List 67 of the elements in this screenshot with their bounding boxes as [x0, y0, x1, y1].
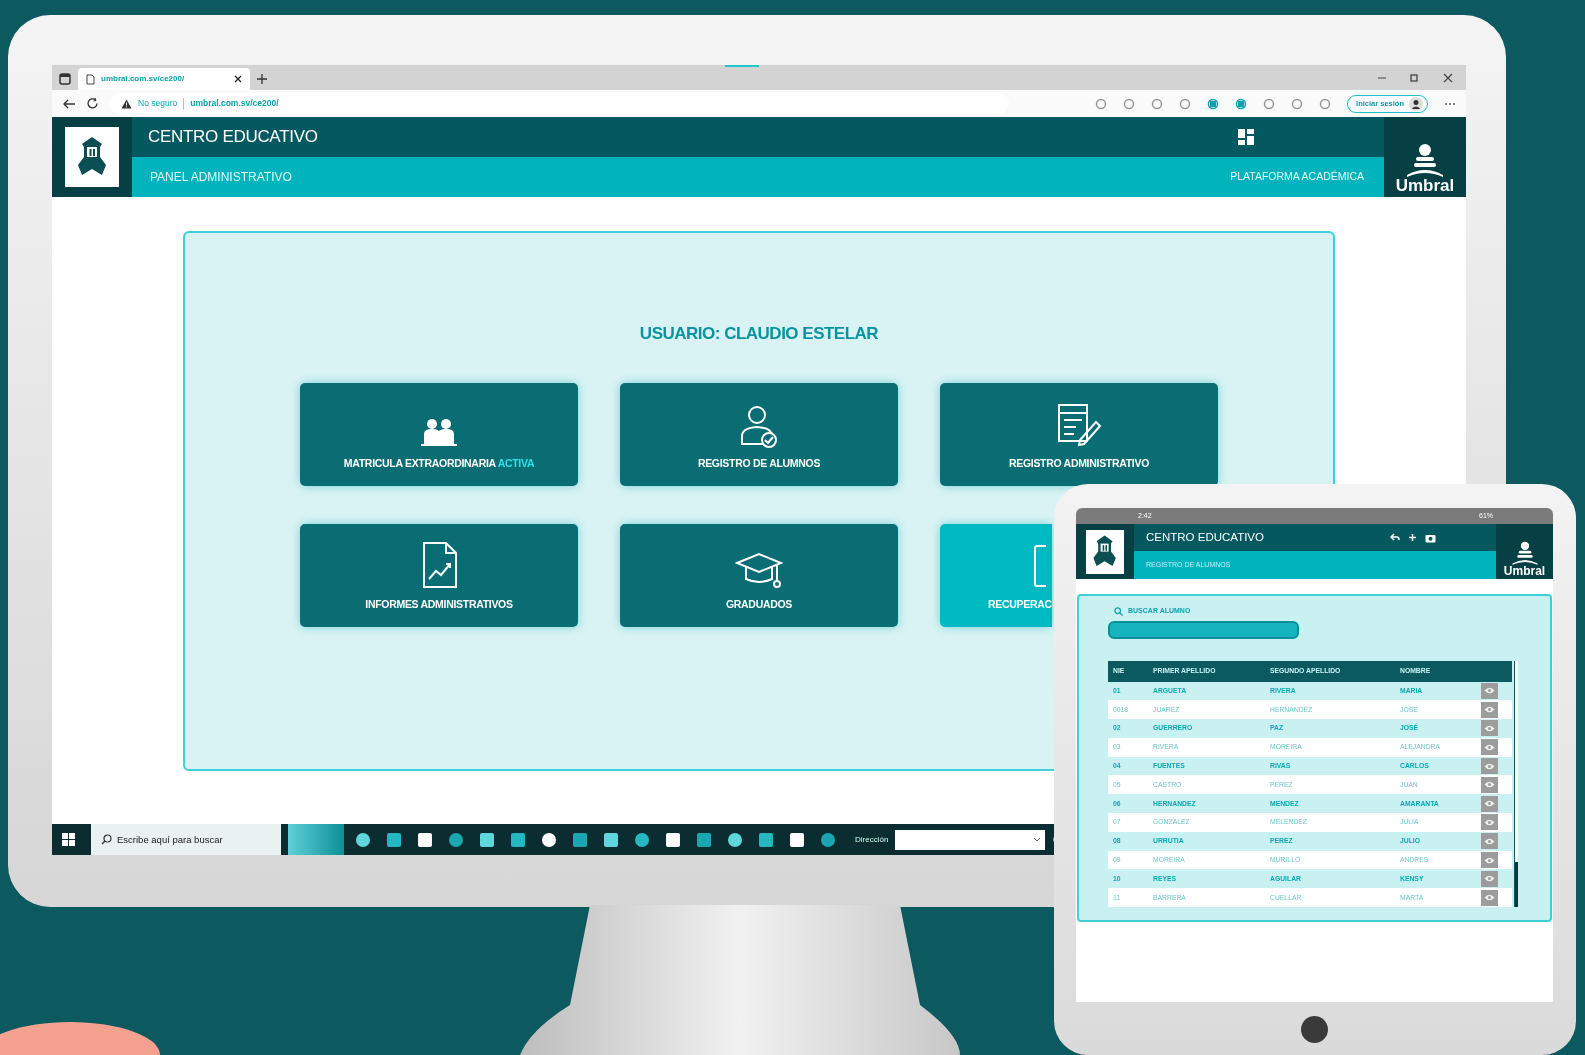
- eye-icon: [1484, 762, 1495, 770]
- avatar-icon: [1409, 96, 1423, 111]
- undo-icon[interactable]: [1390, 532, 1400, 543]
- taskbar-search-field[interactable]: Escribe aquí para buscar: [91, 824, 281, 855]
- app-title: CENTRO EDUCATIVO: [148, 126, 318, 149]
- tab-title: umbral.com.sv/ce200/: [101, 73, 186, 85]
- eye-icon: [1484, 894, 1495, 902]
- menu-tile[interactable]: REGISTRO DE ALUMNOS: [620, 382, 898, 486]
- search-highlight-image: [288, 824, 344, 855]
- view-button[interactable]: [1481, 739, 1498, 756]
- restore-icon[interactable]: [1408, 72, 1420, 84]
- page-icon: [86, 73, 95, 85]
- app-title: CENTRO EDUCATIVO: [1146, 529, 1264, 545]
- close-icon[interactable]: [1442, 72, 1454, 84]
- user-heading: USUARIO: CLAUDIO ESTELAR: [639, 323, 879, 345]
- eye-icon: [1484, 875, 1495, 883]
- menu-tile[interactable]: INFORMES ADMINISTRATIVOS: [300, 523, 578, 627]
- search-icon: [101, 834, 112, 845]
- tab-actions-icon[interactable]: [58, 72, 72, 86]
- reader-figure-icon: [1510, 541, 1539, 565]
- eye-icon: [1484, 725, 1495, 732]
- dashboard-icon[interactable]: [1238, 129, 1254, 145]
- address-toolbar-field[interactable]: [895, 829, 1046, 850]
- user-check-icon: [739, 403, 779, 448]
- caret-icon: [1033, 836, 1042, 843]
- back-arrow-icon[interactable]: [62, 97, 76, 110]
- eye-icon: [1484, 800, 1495, 808]
- search-icon: [1114, 606, 1123, 616]
- brand-name: Umbral: [1503, 565, 1546, 577]
- menu-tile[interactable]: MATRICULA EXTRAORDINARIA ACTIVA: [300, 382, 578, 486]
- browser-tab[interactable]: umbral.com.sv/ce200/: [78, 68, 250, 90]
- view-button[interactable]: [1481, 852, 1498, 869]
- view-button[interactable]: [1481, 776, 1498, 793]
- eye-icon: [1484, 781, 1495, 789]
- close-icon[interactable]: [234, 75, 242, 83]
- page-subtitle: PANEL ADMINISTRATIVO: [150, 169, 292, 186]
- form-edit-icon: [1056, 401, 1102, 448]
- eye-icon: [1484, 818, 1495, 826]
- platform-label: PLATAFORMA ACADÉMICA: [1230, 169, 1364, 185]
- menu-tile[interactable]: GRADUADOS: [620, 523, 898, 627]
- refresh-icon[interactable]: [86, 97, 99, 110]
- graduation-cap-icon: [735, 550, 783, 589]
- home-button[interactable]: [1301, 1016, 1328, 1043]
- plus-icon[interactable]: [256, 73, 268, 85]
- document-icon: [1032, 542, 1046, 589]
- view-button[interactable]: [1481, 889, 1498, 906]
- reader-figure-icon: [1405, 143, 1445, 177]
- url-text: umbral.com.sv/ce200/: [190, 97, 279, 110]
- view-button[interactable]: [1481, 814, 1498, 831]
- address-bar[interactable]: No seguro umbral.com.sv/ce200/: [109, 93, 1009, 114]
- warning-icon: [121, 98, 132, 109]
- brand-name: Umbral: [1395, 177, 1455, 194]
- eye-icon: [1484, 687, 1495, 695]
- student-search-field[interactable]: [1108, 620, 1299, 639]
- security-label: No seguro: [138, 97, 178, 110]
- scrollbar[interactable]: [1514, 660, 1518, 908]
- eye-icon: [1484, 856, 1495, 864]
- camera-icon[interactable]: [1425, 532, 1436, 543]
- eye-icon: [1484, 837, 1495, 845]
- eye-icon: [1484, 743, 1495, 751]
- report-chart-icon: [420, 540, 458, 589]
- address-label: Dirección: [855, 833, 889, 846]
- eye-icon: [1484, 706, 1495, 714]
- view-button[interactable]: [1481, 701, 1498, 718]
- more-icon[interactable]: [1444, 101, 1456, 106]
- menu-tile[interactable]: REGISTRO ADMINISTRATIVO: [940, 382, 1218, 486]
- windows-icon[interactable]: [62, 832, 76, 847]
